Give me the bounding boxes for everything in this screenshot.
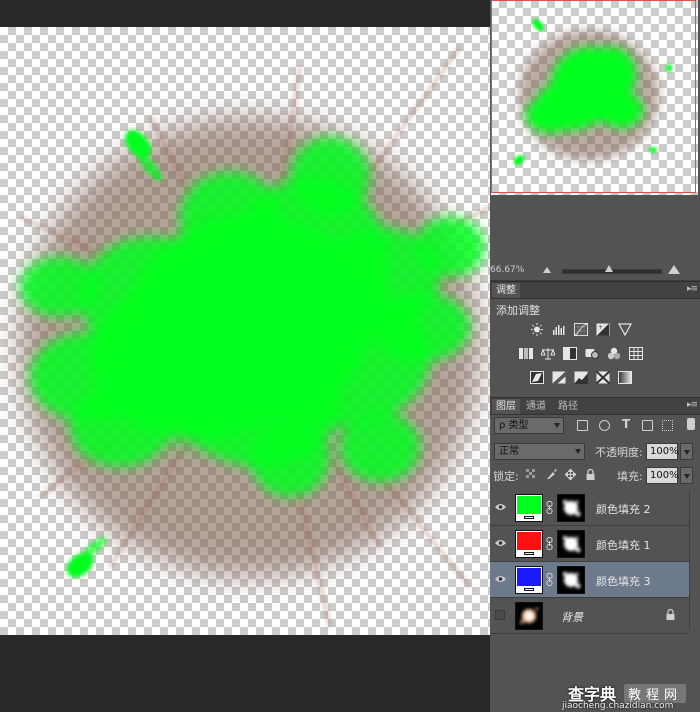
fill-color-thumbnail[interactable] <box>515 566 543 594</box>
layer-row-color-fill-2[interactable]: 颜色填充 2 <box>490 490 689 526</box>
right-panel-dock: 66.67% 调整 ▸≡ 添加调整 + 图层 通道 路径 ▸≡ ρ 类型 T 正… <box>490 0 700 712</box>
exposure-icon[interactable]: + <box>596 323 610 336</box>
filter-shape-icon[interactable] <box>642 420 653 431</box>
green-splash-artwork <box>19 46 490 628</box>
document-bottom-bar <box>0 635 490 712</box>
fill-color-thumbnail[interactable] <box>515 530 543 558</box>
layers-scrollbar[interactable] <box>689 490 700 630</box>
mask-link-icon[interactable] <box>546 537 553 550</box>
layer-row-color-fill-1[interactable]: 颜色填充 1 <box>490 526 689 562</box>
levels-icon[interactable] <box>552 323 566 336</box>
channel-mixer-icon[interactable] <box>607 347 621 360</box>
adjustments-panel-header: 调整 ▸≡ <box>490 281 700 299</box>
brightness-contrast-icon[interactable] <box>530 323 544 336</box>
tab-channels[interactable]: 通道 <box>522 399 550 414</box>
lock-label: 锁定: <box>493 470 519 483</box>
layer-name[interactable]: 背景 <box>561 609 583 625</box>
zoom-in-icon[interactable] <box>668 265 680 274</box>
navigator-view-frame[interactable] <box>491 0 696 193</box>
blend-mode-dropdown[interactable]: 正常 <box>494 443 585 460</box>
layer-filter-value: ρ 类型 <box>499 420 529 431</box>
threshold-icon[interactable] <box>574 371 588 384</box>
watermark-url: jiaocheng.chazidian.com <box>562 701 674 711</box>
visibility-eye-icon[interactable] <box>495 539 506 547</box>
opacity-field[interactable]: 100% <box>646 443 679 460</box>
visibility-eye-icon[interactable] <box>495 503 506 511</box>
layer-mask-thumbnail[interactable] <box>557 566 585 594</box>
add-adjustment-title: 添加调整 <box>496 304 540 317</box>
zoom-out-icon[interactable] <box>543 267 551 273</box>
layer-name[interactable]: 颜色填充 1 <box>596 537 651 553</box>
curves-icon[interactable] <box>574 323 588 336</box>
opacity-label: 不透明度: <box>595 446 643 459</box>
layer-name[interactable]: 颜色填充 2 <box>596 501 651 517</box>
hue-saturation-icon[interactable] <box>519 347 533 360</box>
navigator-thumbnail[interactable] <box>491 0 698 195</box>
navigator-panel <box>490 0 700 198</box>
blend-mode-value: 正常 <box>499 446 519 457</box>
black-white-icon[interactable] <box>563 347 577 360</box>
layers-panel-header: 图层 通道 路径 ▸≡ <box>490 397 700 415</box>
invert-icon[interactable] <box>530 371 544 384</box>
document-canvas[interactable] <box>0 27 490 635</box>
document-top-bar <box>0 0 490 27</box>
filter-toggle-switch[interactable] <box>687 418 695 430</box>
fill-label: 填充: <box>617 470 643 483</box>
filter-type-icon[interactable]: T <box>622 418 633 430</box>
panel-menu-icon[interactable]: ▸≡ <box>687 284 698 294</box>
posterize-icon[interactable] <box>552 371 566 384</box>
layers-panel-menu-icon[interactable]: ▸≡ <box>687 400 698 410</box>
layer-row-background[interactable]: 背景 <box>490 598 689 634</box>
filter-pixel-icon[interactable] <box>577 420 588 431</box>
fill-dropdown-button[interactable] <box>680 467 693 484</box>
fill-field[interactable]: 100% <box>646 467 679 484</box>
layer-lock-icon <box>666 609 675 620</box>
visibility-toggle-empty[interactable] <box>495 610 505 620</box>
lock-position-icon[interactable] <box>565 469 576 480</box>
lock-all-icon[interactable] <box>585 469 596 480</box>
tab-layers[interactable]: 图层 <box>492 399 520 414</box>
gradient-map-icon[interactable] <box>618 371 632 384</box>
mask-link-icon[interactable] <box>546 501 553 514</box>
visibility-eye-icon[interactable] <box>495 575 506 583</box>
layer-mask-thumbnail[interactable] <box>557 494 585 522</box>
filter-adjustment-icon[interactable] <box>599 420 610 431</box>
layer-row-color-fill-3[interactable]: 颜色填充 3 <box>490 562 689 598</box>
zoom-value[interactable]: 66.67% <box>490 265 524 275</box>
opacity-dropdown-button[interactable] <box>680 443 693 460</box>
vibrance-icon[interactable] <box>618 323 632 336</box>
selective-color-icon[interactable] <box>596 371 610 384</box>
tab-paths[interactable]: 路径 <box>554 399 582 414</box>
zoom-slider-handle[interactable] <box>605 265 613 272</box>
svg-text:+: + <box>598 324 603 331</box>
filter-smart-object-icon[interactable] <box>662 420 673 431</box>
navigator-zoom-bar: 66.67% <box>490 262 700 281</box>
photo-filter-icon[interactable] <box>585 347 599 360</box>
lock-transparent-pixels-icon[interactable] <box>526 469 537 480</box>
layer-filter-dropdown[interactable]: ρ 类型 <box>494 417 564 434</box>
layer-name[interactable]: 颜色填充 3 <box>596 573 651 589</box>
site-watermark: 查字典 教程网 jiaocheng.chazidian.com <box>560 681 700 712</box>
lock-image-pixels-icon[interactable] <box>546 469 557 480</box>
tab-adjustments[interactable]: 调整 <box>492 283 520 298</box>
layer-mask-thumbnail[interactable] <box>557 530 585 558</box>
color-lookup-icon[interactable] <box>629 347 643 360</box>
background-thumbnail[interactable] <box>515 602 543 630</box>
fill-color-thumbnail[interactable] <box>515 494 543 522</box>
mask-link-icon[interactable] <box>546 573 553 586</box>
color-balance-icon[interactable] <box>541 347 555 360</box>
